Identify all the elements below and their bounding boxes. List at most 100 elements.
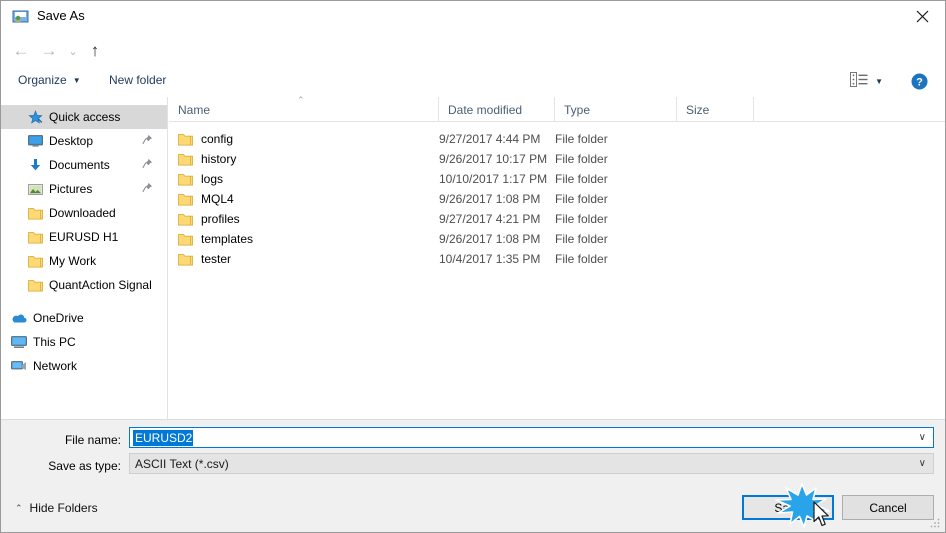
file-name-cell[interactable]: profiles [178,212,240,226]
save-button-label: Save [774,500,802,515]
sidebar-item-eurusd-h1[interactable]: EURUSD H1 [1,225,167,249]
organize-button[interactable]: Organize ▼ [18,73,81,87]
file-name-label: profiles [201,212,240,226]
table-row[interactable]: logs 10/10/2017 1:17 PM File folder [169,169,945,189]
sidebar-item-label: Network [33,359,78,373]
resize-grip[interactable] [929,517,941,529]
view-options-button[interactable]: ▼ [850,72,883,90]
file-name-input[interactable]: EURUSD2 ∨ [129,427,934,448]
new-folder-button[interactable]: New folder [109,73,166,87]
file-name-cell[interactable]: history [178,152,236,166]
folder-icon [178,253,193,266]
save-as-dialog: Save As ← → ⌄ ↑ « › Roaming › MetaQuotes [0,0,946,533]
file-name-cell[interactable]: config [178,132,233,146]
table-row[interactable]: tester 10/4/2017 1:35 PM File folder [169,249,945,269]
column-header-label: Name [178,102,211,117]
sidebar-item-my-work[interactable]: My Work [1,249,167,273]
table-row[interactable]: history 9/26/2017 10:17 PM File folder [169,149,945,169]
file-name-label: templates [201,232,254,246]
file-name-cell[interactable]: logs [178,172,223,186]
pin-icon[interactable] [142,158,153,172]
chevron-down-icon[interactable]: ∨ [919,432,926,443]
cancel-button-label: Cancel [869,500,907,515]
chevron-down-icon: ▼ [72,75,81,85]
sidebar-item-quantaction-signal[interactable]: QuantAction Signal [1,273,167,297]
star-pin-icon [27,109,43,125]
cancel-button[interactable]: Cancel [842,495,934,520]
column-header-type[interactable]: Type [554,97,676,122]
chevron-down-icon[interactable]: ∨ [919,458,926,469]
table-row[interactable]: config 9/27/2017 4:44 PM File folder [169,129,945,149]
column-header-date-modified[interactable]: Date modified [438,97,554,122]
file-name-cell[interactable]: MQL4 [178,192,234,206]
file-date-cell: 9/26/2017 10:17 PM [439,152,548,166]
column-header-size[interactable]: Size [676,97,753,122]
close-icon[interactable] [899,1,945,32]
title-bar: Save As [1,1,945,32]
folder-icon [27,229,43,245]
file-type-cell: File folder [555,192,608,206]
recent-locations-icon[interactable]: ⌄ [63,42,83,62]
sidebar-item-downloaded[interactable]: Downloaded [1,201,167,225]
sidebar-item-quick-access[interactable]: Quick access [1,105,167,129]
organize-label: Organize [18,73,67,87]
file-type-cell: File folder [555,132,608,146]
sidebar-item-label: QuantAction Signal [49,278,152,292]
column-header-name[interactable]: Name ⌃ [169,95,438,122]
command-toolbar: Organize ▼ New folder ▼ ? [1,66,945,97]
sidebar-item-label: OneDrive [33,311,84,325]
sidebar-item-desktop[interactable]: Desktop [1,129,167,153]
sidebar-item-network[interactable]: Network [1,354,167,378]
sidebar-item-label: EURUSD H1 [49,230,119,244]
folder-icon [178,193,193,206]
sidebar-item-this-pc[interactable]: This PC [1,330,167,354]
list-view-icon[interactable] [850,72,868,90]
chevron-down-icon[interactable]: ▼ [875,77,883,86]
pin-icon[interactable] [142,134,153,148]
documents-icon [27,157,43,173]
table-row[interactable]: profiles 9/27/2017 4:21 PM File folder [169,209,945,229]
folder-icon [178,213,193,226]
file-type-cell: File folder [555,212,608,226]
hide-folders-button[interactable]: ⌃ Hide Folders [15,501,98,515]
file-date-cell: 10/10/2017 1:17 PM [439,172,548,186]
file-date-cell: 9/27/2017 4:44 PM [439,132,541,146]
file-name-cell[interactable]: templates [178,232,253,246]
save-as-type-label: Save as type: [48,459,121,473]
file-type-cell: File folder [555,152,608,166]
file-name-label: history [201,152,237,166]
file-date-cell: 9/26/2017 1:08 PM [439,232,541,246]
sidebar-item-label: Quick access [49,110,121,124]
up-icon[interactable]: ↑ [85,40,105,60]
column-header-label: Type [564,102,591,117]
file-date-cell: 10/4/2017 1:35 PM [439,252,541,266]
sidebar-item-label: Pictures [49,182,93,196]
table-row[interactable]: templates 9/26/2017 1:08 PM File folder [169,229,945,249]
sidebar-item-label: Downloaded [49,206,116,220]
folder-icon [178,233,193,246]
file-rows: config 9/27/2017 4:44 PM File folder his… [169,122,945,269]
navigation-bar: ← → ⌄ ↑ « › Roaming › MetaQuotes › Termi… [1,32,945,92]
back-icon[interactable]: ← [11,40,31,60]
save-as-type-select[interactable]: ASCII Text (*.csv) ∨ [129,453,934,474]
file-name-cell[interactable]: tester [178,252,231,266]
file-name-value[interactable]: EURUSD2 [133,429,194,446]
table-row[interactable]: MQL4 9/26/2017 1:08 PM File folder [169,189,945,209]
folder-icon [27,205,43,221]
help-icon[interactable]: ? [911,73,928,90]
save-as-folder-icon [12,8,29,25]
file-name-label: MQL4 [201,192,234,206]
file-date-cell: 9/27/2017 4:21 PM [439,212,541,226]
save-button[interactable]: Save [742,495,834,520]
main-pane: Quick access Desktop Documents Pictures … [1,95,945,419]
folder-icon [178,133,193,146]
sidebar-item-onedrive[interactable]: OneDrive [1,306,167,330]
sidebar-item-documents[interactable]: Documents [1,153,167,177]
column-header-row: Name ⌃ Date modified Type Size [169,95,945,122]
new-folder-label: New folder [109,73,167,87]
forward-icon[interactable]: → [39,40,59,60]
pin-icon[interactable] [142,182,153,196]
sidebar-item-pictures[interactable]: Pictures [1,177,167,201]
desktop-icon [27,133,43,149]
svg-text:?: ? [916,76,923,88]
